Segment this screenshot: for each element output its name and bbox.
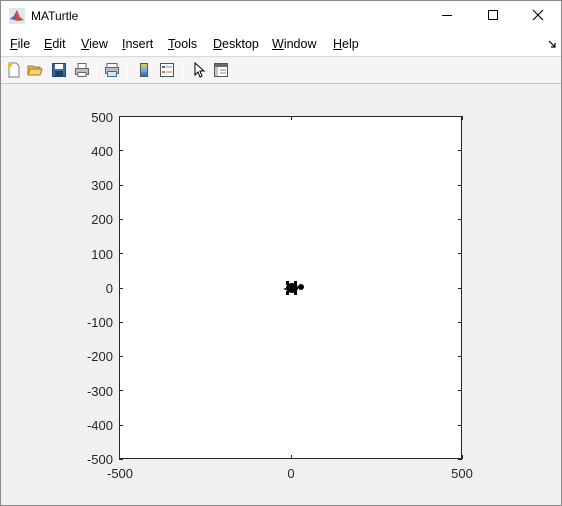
y-tick-mark: [119, 322, 123, 323]
colorbar-button[interactable]: [134, 61, 154, 81]
y-tick-mark: [458, 322, 462, 323]
minimize-button[interactable]: [424, 1, 470, 31]
toolbar-separator: [126, 62, 127, 80]
y-tick-mark: [458, 253, 462, 254]
y-tick-mark: [458, 219, 462, 220]
menu-view-mnemonic: V: [81, 37, 90, 51]
maximize-button[interactable]: [470, 1, 516, 31]
y-tick-label: 100: [91, 247, 113, 262]
y-tick-mark: [458, 425, 462, 426]
menu-view[interactable]: View: [81, 37, 108, 51]
menu-bar: File Edit View Insert Tools Desktop Wind…: [1, 31, 561, 57]
x-tick-mark: [119, 116, 120, 120]
y-tick-label: -300: [86, 384, 113, 399]
print-preview-button[interactable]: [102, 61, 122, 81]
window-title: MATurtle: [31, 9, 79, 23]
y-tick-mark: [119, 150, 123, 151]
y-tick-mark: [119, 185, 123, 186]
y-tick-label: 500: [91, 110, 113, 125]
y-tick-mark: [119, 288, 123, 289]
menu-window[interactable]: Window: [272, 37, 316, 51]
menu-file-label: ile: [17, 37, 31, 51]
dock-arrow-icon[interactable]: [548, 38, 557, 52]
y-tick-mark: [458, 185, 462, 186]
y-tick-label: 400: [91, 144, 113, 159]
new-figure-icon: [6, 62, 22, 81]
menu-file[interactable]: File: [10, 37, 30, 51]
menu-view-label: iew: [89, 37, 108, 51]
menu-desktop[interactable]: Desktop: [213, 37, 259, 51]
toolbar-separator: [96, 62, 97, 80]
legend-icon: [159, 62, 175, 81]
y-tick-mark: [119, 425, 123, 426]
x-tick-label: 500: [451, 466, 473, 481]
menu-help-mnemonic: H: [333, 37, 343, 51]
x-tick-label: -500: [106, 466, 134, 481]
menu-window-mnemonic: W: [272, 37, 284, 51]
new-figure-button[interactable]: [4, 61, 24, 81]
x-tick-mark: [462, 455, 463, 459]
figure-toolbar: [1, 58, 561, 84]
property-editor-button[interactable]: [211, 61, 231, 81]
menu-window-label: indow: [283, 37, 317, 51]
save-icon: [51, 62, 67, 81]
menu-file-mnemonic: F: [10, 37, 18, 51]
toolbar-separator: [182, 62, 183, 80]
select-arrow-button[interactable]: [189, 61, 209, 81]
menu-edit[interactable]: Edit: [44, 37, 66, 51]
save-button[interactable]: [49, 61, 69, 81]
menu-insert-label: nsert: [125, 37, 154, 51]
y-tick-label: 300: [91, 178, 113, 193]
legend-button[interactable]: [157, 61, 177, 81]
y-tick-mark: [458, 390, 462, 391]
print-preview-icon: [104, 62, 120, 81]
title-bar: MATurtle: [1, 1, 561, 31]
menu-edit-label: dit: [52, 37, 66, 51]
turtle-icon[interactable]: [282, 280, 306, 296]
y-tick-label: -200: [86, 349, 113, 364]
open-file-button[interactable]: [25, 61, 45, 81]
x-tick-mark: [119, 455, 120, 459]
maximize-icon: [487, 9, 499, 24]
menu-tools[interactable]: Tools: [168, 37, 197, 51]
print-icon: [74, 62, 90, 81]
y-tick-mark: [458, 150, 462, 151]
close-icon: [532, 9, 544, 24]
property-editor-icon: [213, 62, 229, 81]
x-tick-mark: [291, 116, 292, 120]
y-tick-mark: [119, 219, 123, 220]
menu-help-label: elp: [342, 37, 359, 51]
y-tick-mark: [119, 253, 123, 254]
x-tick-mark: [462, 116, 463, 120]
colorbar-icon: [136, 62, 152, 81]
y-tick-label: 200: [91, 212, 113, 227]
y-tick-label: -400: [86, 418, 113, 433]
close-button[interactable]: [515, 1, 561, 31]
y-tick-mark: [119, 459, 123, 460]
select-arrow-icon: [191, 61, 207, 81]
y-tick-mark: [119, 390, 123, 391]
menu-help[interactable]: Help: [333, 37, 359, 51]
menu-insert[interactable]: Insert: [122, 37, 153, 51]
y-tick-mark: [119, 356, 123, 357]
y-tick-label: -500: [86, 452, 113, 467]
y-tick-label: -100: [86, 315, 113, 330]
open-file-icon: [27, 62, 43, 81]
menu-desktop-mnemonic: D: [213, 37, 223, 51]
menu-tools-label: ools: [174, 37, 198, 51]
x-tick-label: 0: [287, 466, 295, 481]
y-tick-label: 0: [105, 281, 113, 296]
matlab-logo-icon[interactable]: [9, 8, 25, 24]
minimize-icon: [441, 9, 453, 24]
y-tick-mark: [458, 356, 462, 357]
y-tick-mark: [458, 288, 462, 289]
menu-desktop-label: esktop: [222, 37, 259, 51]
x-tick-mark: [291, 455, 292, 459]
print-button[interactable]: [72, 61, 92, 81]
y-tick-mark: [458, 459, 462, 460]
